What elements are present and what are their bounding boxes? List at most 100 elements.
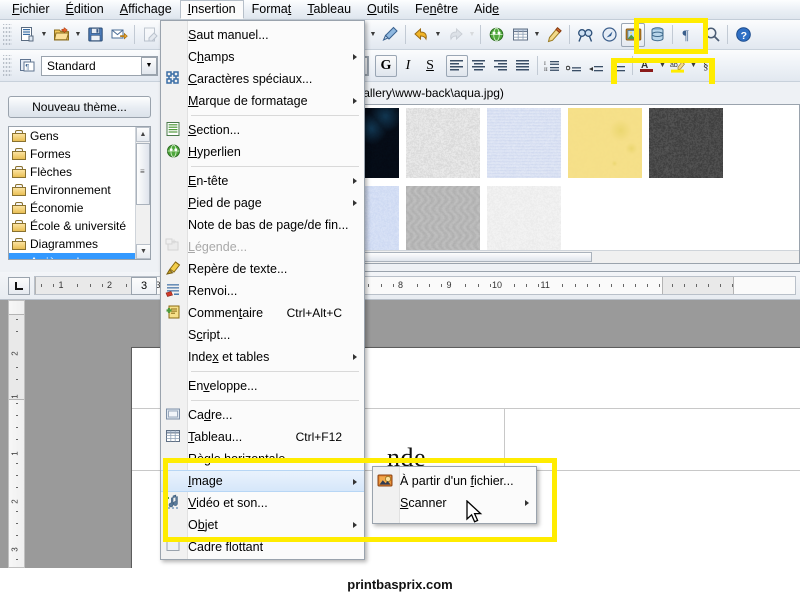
gallery-thumbnail[interactable]	[649, 108, 723, 178]
menu-item-marque-de-formatage[interactable]: Marque de formatage	[161, 90, 364, 112]
open-folder-dropdown-icon[interactable]: ▼	[73, 23, 83, 47]
clone-formatting-icon[interactable]	[378, 23, 402, 47]
menu-item-section[interactable]: Section...	[161, 119, 364, 141]
redo-dropdown-icon[interactable]: ▼	[467, 23, 477, 47]
menu-item-fentre[interactable]: Fenêtre	[407, 0, 466, 19]
menu-item-format[interactable]: Format	[244, 0, 300, 19]
menu-item-pied-de-page[interactable]: Pied de page	[161, 192, 364, 214]
toolbar-grip[interactable]	[3, 55, 12, 77]
menu-item-index-et-tables[interactable]: Index et tables	[161, 346, 364, 368]
gallery-icon[interactable]	[621, 23, 645, 47]
save-icon[interactable]	[83, 23, 107, 47]
gallery-theme-item[interactable]: École & université	[9, 217, 150, 235]
menu-item-affichage[interactable]: Affichage	[112, 0, 180, 19]
redo-icon[interactable]	[443, 23, 467, 47]
bulleted-list-icon[interactable]	[563, 55, 585, 77]
menu-item-aide[interactable]: Aide	[466, 0, 507, 19]
menu-item-tableau[interactable]: Tableau... Ctrl+F12	[161, 426, 364, 448]
cross-reference-icon	[165, 282, 184, 300]
decrease-indent-icon[interactable]	[585, 55, 607, 77]
undo-icon[interactable]	[409, 23, 433, 47]
toolbar-grip[interactable]	[3, 24, 12, 46]
italic-button[interactable]: I	[397, 55, 419, 77]
menu-item-script[interactable]: Script...	[161, 324, 364, 346]
tab-stop-selector[interactable]	[8, 277, 30, 295]
horizontal-ruler-row: 1234567891011 3	[0, 272, 800, 300]
gallery-theme-item[interactable]: Flèches	[9, 163, 150, 181]
menu-item-image[interactable]: Image	[161, 470, 364, 492]
menu-item-saut-manuel[interactable]: Saut manuel...	[161, 24, 364, 46]
ruler-tick	[368, 284, 369, 287]
new-theme-button[interactable]: Nouveau thème...	[8, 96, 151, 118]
image-submenu[interactable]: À partir d'un fichier... Scanner	[372, 466, 537, 524]
numbered-list-icon[interactable]: I II	[541, 55, 563, 77]
menu-item-cadre-flottant[interactable]: Cadre flottant	[161, 536, 364, 558]
menu-item-commentaire[interactable]: Commentaire Ctrl+Alt+C	[161, 302, 364, 324]
vertical-ruler[interactable]: 2 1 1 2 3	[8, 300, 25, 568]
data-sources-icon[interactable]	[645, 23, 669, 47]
gallery-theme-item[interactable]: Formes	[9, 145, 150, 163]
justify-icon[interactable]	[512, 55, 534, 77]
align-right-icon[interactable]	[490, 55, 512, 77]
menu-item-hyperlien[interactable]: Hyperlien	[161, 141, 364, 163]
menu-item-objet[interactable]: Objet	[161, 514, 364, 536]
menu-item-rep-re-de-texte[interactable]: Repère de texte...	[161, 258, 364, 280]
gallery-theme-item[interactable]: Diagrammes	[9, 235, 150, 253]
help-icon[interactable]: ?	[731, 23, 755, 47]
align-center-icon[interactable]	[468, 55, 490, 77]
submenu-item-partir-d-un-fichier[interactable]: À partir d'un fichier...	[373, 470, 536, 492]
paste-dropdown-icon[interactable]: ▼	[368, 23, 378, 47]
chevron-down-icon[interactable]: ▼	[141, 57, 157, 75]
gallery-thumbnail[interactable]	[487, 186, 561, 256]
new-document-dropdown-icon[interactable]: ▼	[39, 23, 49, 47]
menu-item-insertion[interactable]: Insertion	[180, 0, 244, 19]
underline-button[interactable]: S	[419, 55, 441, 77]
menu-item-outils[interactable]: Outils	[359, 0, 407, 19]
menu-item-fichier[interactable]: Fichier	[4, 0, 58, 19]
zoom-icon[interactable]	[700, 23, 724, 47]
ruler-page-field[interactable]: 3	[131, 277, 157, 295]
gallery-theme-item[interactable]: Économie	[9, 199, 150, 217]
menu-item-r-gle-horizontale[interactable]: Règle horizontale...	[161, 448, 364, 470]
draw-functions-icon[interactable]	[542, 23, 566, 47]
align-left-icon[interactable]	[446, 55, 468, 77]
new-document-icon[interactable]	[15, 23, 39, 47]
gallery-thumbnail[interactable]	[406, 108, 480, 178]
menu-item-champs[interactable]: Champs	[161, 46, 364, 68]
table-dropdown-icon[interactable]: ▼	[532, 23, 542, 47]
scroll-up-icon[interactable]: ▲	[136, 127, 150, 142]
menu-item-note-de-bas-de-page-de-fin[interactable]: Note de bas de page/de fin...	[161, 214, 364, 236]
submenu-item-scanner[interactable]: Scanner	[373, 492, 536, 514]
apply-style-icon[interactable]: ¶	[15, 54, 39, 78]
edit-file-icon[interactable]	[138, 23, 162, 47]
bold-button[interactable]: G	[375, 55, 397, 77]
gallery-thumbnail[interactable]	[568, 108, 642, 178]
menu-item-en-t-te[interactable]: En-tête	[161, 170, 364, 192]
ruler-tick	[16, 523, 18, 524]
menu-item-tableau[interactable]: Tableau	[299, 0, 359, 19]
navigator-icon[interactable]	[597, 23, 621, 47]
hyperlink-icon[interactable]	[484, 23, 508, 47]
scroll-down-icon[interactable]: ▼	[136, 244, 151, 259]
menu-item-enveloppe[interactable]: Enveloppe...	[161, 375, 364, 397]
gallery-theme-item[interactable]: Arrière-plans	[9, 253, 150, 260]
menu-item-vid-o-et-son[interactable]: Vidéo et son...	[161, 492, 364, 514]
open-folder-icon[interactable]	[49, 23, 73, 47]
menu-item-renvoi[interactable]: Renvoi...	[161, 280, 364, 302]
menu-item-caract-res-sp-ciaux[interactable]: Caractères spéciaux...	[161, 68, 364, 90]
gallery-theme-item[interactable]: Environnement	[9, 181, 150, 199]
menu-item-dition[interactable]: Édition	[58, 0, 112, 19]
undo-dropdown-icon[interactable]: ▼	[433, 23, 443, 47]
gallery-thumbnail[interactable]	[406, 186, 480, 256]
table-icon[interactable]	[508, 23, 532, 47]
paragraph-style-combo[interactable]: Standard ▼	[41, 56, 158, 76]
insert-menu-dropdown[interactable]: Saut manuel... Champs Caractères spéciaux.…	[160, 20, 365, 560]
formatting-marks-icon[interactable]: ¶	[676, 23, 700, 47]
gallery-theme-item[interactable]: Gens	[9, 127, 150, 145]
find-replace-icon[interactable]	[573, 23, 597, 47]
menu-item-cadre[interactable]: Cadre...	[161, 404, 364, 426]
email-document-icon[interactable]	[107, 23, 131, 47]
gallery-theme-list[interactable]: Gens Formes Flèches Environnement Économie Éc…	[8, 126, 151, 260]
theme-list-scrollbar[interactable]: ▲ ≡ ▼	[135, 127, 150, 259]
gallery-thumbnail[interactable]	[487, 108, 561, 178]
